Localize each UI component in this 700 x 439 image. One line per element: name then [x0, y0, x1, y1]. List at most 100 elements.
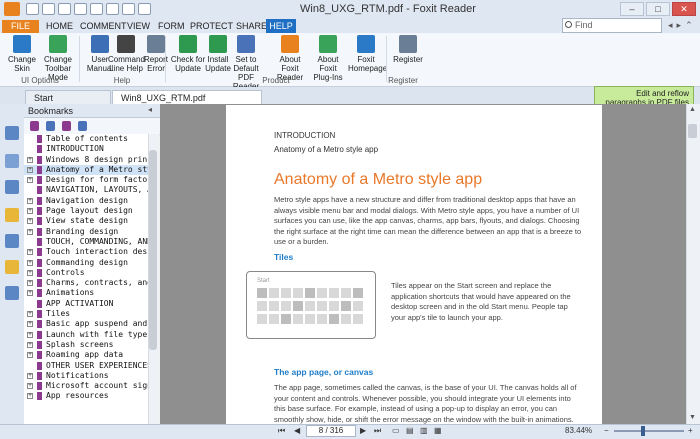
tab-home[interactable]: HOME [46, 21, 73, 31]
previous-page-icon[interactable]: ◀ [294, 426, 300, 435]
select-tool-icon[interactable] [122, 3, 135, 15]
expand-icon[interactable]: + [27, 218, 33, 225]
bookmark-item[interactable]: + Page layout design [24, 206, 148, 216]
page-number-input[interactable]: 8 / 316 [306, 425, 356, 437]
pages-icon[interactable] [5, 126, 19, 140]
expand-icon[interactable]: + [27, 321, 33, 328]
tab-start[interactable]: Start [25, 90, 111, 104]
tools-icon[interactable] [5, 286, 19, 300]
last-page-icon[interactable]: ⏭ [374, 426, 381, 436]
delete-bookmark-icon[interactable] [62, 121, 71, 131]
security-icon[interactable] [5, 260, 19, 274]
maximize-button[interactable]: □ [646, 2, 670, 16]
expand-icon[interactable]: + [27, 372, 33, 379]
undo-icon[interactable] [74, 3, 87, 15]
bookmark-item[interactable]: + Roaming app data [24, 350, 148, 360]
expand-icon[interactable]: + [27, 166, 33, 173]
expand-icon[interactable]: + [27, 311, 33, 318]
bookmark-item[interactable]: TOUCH, COMMANDING, AND CO [24, 237, 148, 247]
document-scroll-thumb[interactable] [688, 124, 697, 138]
tab-protect[interactable]: PROTECT [190, 21, 233, 31]
ribbon-button-4[interactable]: Report Error [138, 35, 174, 73]
save-icon[interactable] [42, 3, 55, 15]
ribbon-button-11[interactable]: Register [390, 35, 426, 64]
tab-comment[interactable]: COMMENT [80, 21, 127, 31]
scroll-up-icon[interactable]: ▲ [689, 106, 696, 113]
redo-icon[interactable] [90, 3, 103, 15]
bookmark-item[interactable]: + Tiles [24, 309, 148, 319]
bookmark-item[interactable]: OTHER USER EXPERIENCES [24, 361, 148, 371]
bookmark-item[interactable]: + Anatomy of a Metro style app [24, 164, 148, 176]
next-page-icon[interactable]: ▶ [360, 426, 366, 435]
zoom-slider[interactable] [614, 430, 684, 432]
zoom-icon[interactable] [138, 3, 151, 15]
open-icon[interactable] [26, 3, 39, 15]
tab-file[interactable]: FILE [2, 20, 39, 33]
ribbon-button-8[interactable]: About Foxit Reader [272, 35, 308, 82]
bookmark-item[interactable]: + Design for form factors [24, 175, 148, 185]
continuous-facing-icon[interactable]: ▦ [434, 426, 442, 435]
expand-icon[interactable]: + [27, 177, 33, 184]
find-input[interactable]: Find [562, 18, 662, 33]
bookmark-item[interactable]: INTRODUCTION [24, 144, 148, 154]
bookmark-item[interactable]: + Commanding design [24, 258, 148, 268]
comments-icon[interactable] [5, 208, 19, 222]
tab-document[interactable]: Win8_UXG_RTM.pdf [112, 90, 262, 104]
add-bookmark-icon[interactable] [46, 121, 55, 131]
expand-icon[interactable]: + [27, 156, 33, 163]
expand-icon[interactable]: + [27, 197, 33, 204]
bookmark-item[interactable]: + App resources [24, 391, 148, 401]
bookmarks-scroll-thumb[interactable] [149, 150, 157, 350]
bookmark-item[interactable]: + Branding design [24, 227, 148, 237]
close-button[interactable]: ✕ [672, 2, 696, 16]
bookmark-item[interactable]: + Windows 8 design principles [24, 155, 148, 165]
ribbon-button-1[interactable]: Change Toolbar Mode [40, 35, 76, 82]
attachments-icon[interactable] [5, 234, 19, 248]
print-icon[interactable] [58, 3, 71, 15]
expand-icon[interactable]: + [27, 383, 33, 390]
scroll-down-icon[interactable]: ▼ [689, 414, 696, 421]
bookmark-item[interactable]: NAVIGATION, LAYOUTS, AND VI [24, 185, 148, 195]
first-page-icon[interactable]: ⏮ [278, 426, 285, 436]
tab-help[interactable]: HELP [266, 19, 296, 33]
tab-view[interactable]: VIEW [127, 21, 150, 31]
minimize-button[interactable]: – [620, 2, 644, 16]
expand-icon[interactable]: + [27, 352, 33, 359]
facing-view-icon[interactable]: ▥ [420, 426, 428, 435]
expand-icon[interactable]: + [27, 249, 33, 256]
bookmark-item[interactable]: Table of contents [24, 134, 148, 144]
ribbon-button-9[interactable]: About Foxit Plug-Ins [310, 35, 346, 82]
pdf-page[interactable]: INTRODUCTION Anatomy of a Metro style ap… [226, 105, 602, 425]
panel-close-icon[interactable]: ◂ [148, 105, 152, 114]
zoom-out-icon[interactable]: − [604, 426, 609, 435]
tab-share[interactable]: SHARE [236, 21, 267, 31]
expand-bookmark-icon[interactable] [30, 121, 39, 131]
bookmarks-icon[interactable] [5, 154, 19, 168]
expand-icon[interactable]: + [27, 341, 33, 348]
expand-icon[interactable]: + [27, 269, 33, 276]
bookmark-item[interactable]: + Controls [24, 268, 148, 278]
bookmark-item[interactable]: + Splash screens [24, 340, 148, 350]
expand-icon[interactable]: + [27, 393, 33, 400]
hand-tool-icon[interactable] [106, 3, 119, 15]
expand-icon[interactable]: + [27, 208, 33, 215]
next-result-icon[interactable]: ▸ [677, 20, 682, 31]
ribbon-collapse-icon[interactable]: ⌃ [685, 20, 693, 31]
bookmark-item[interactable]: + Navigation design [24, 196, 148, 206]
bookmark-item[interactable]: + Animations [24, 288, 148, 298]
bookmark-item[interactable]: + Microsoft account sign-in [24, 381, 148, 391]
bookmark-options-icon[interactable] [78, 121, 87, 131]
expand-icon[interactable]: + [27, 290, 33, 297]
previous-result-icon[interactable]: ◂ [668, 20, 673, 31]
tab-form[interactable]: FORM [158, 21, 185, 31]
bookmark-item[interactable]: + Notifications [24, 371, 148, 381]
expand-icon[interactable]: + [27, 331, 33, 338]
document-scrollbar[interactable] [686, 104, 700, 424]
search-icon[interactable] [565, 21, 572, 28]
ribbon-button-10[interactable]: Foxit Homepage [348, 35, 387, 73]
zoom-slider-knob[interactable] [641, 426, 645, 436]
foxit-app-icon[interactable] [4, 2, 20, 16]
expand-icon[interactable]: + [27, 280, 33, 287]
ribbon-button-0[interactable]: Change Skin [4, 35, 40, 73]
bookmark-item[interactable]: + Basic app suspend and resume [24, 319, 148, 329]
